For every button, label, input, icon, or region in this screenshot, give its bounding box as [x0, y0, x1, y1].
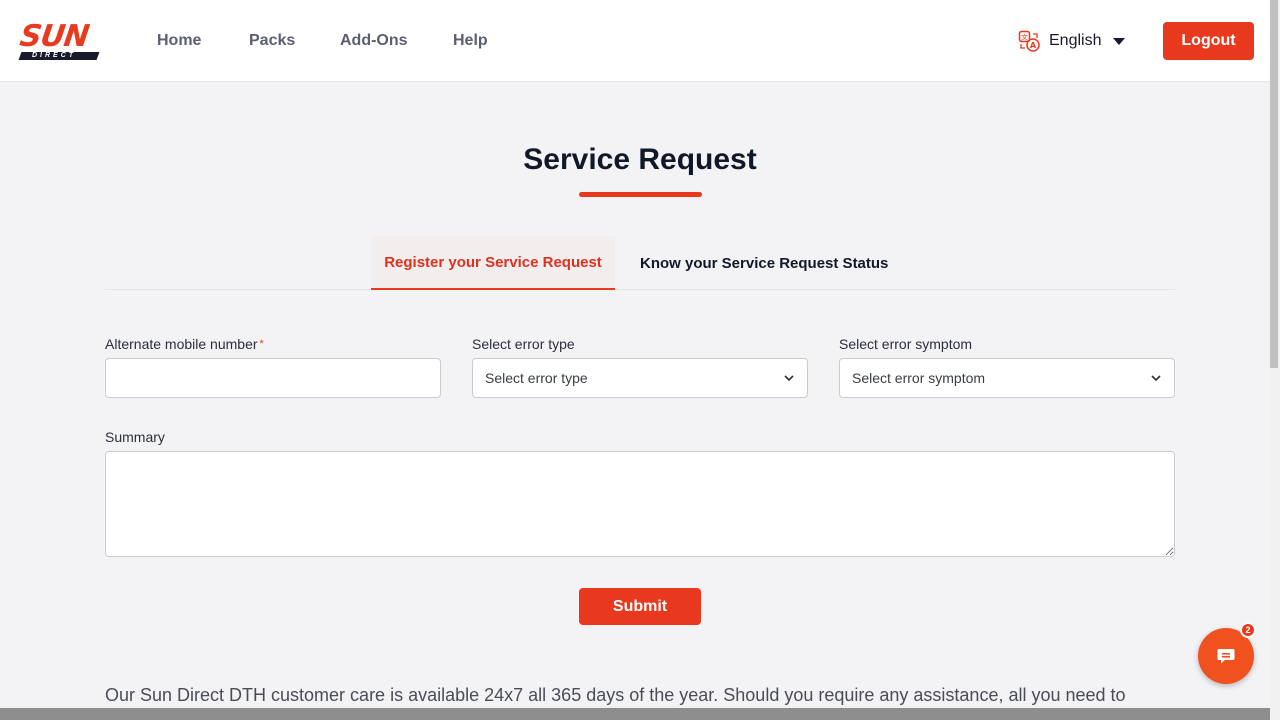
- mobile-number-label-text: Alternate mobile number: [105, 336, 258, 352]
- error-symptom-select[interactable]: Select error symptom: [839, 358, 1175, 398]
- error-type-label: Select error type: [472, 336, 575, 352]
- horizontal-scroll-thumb[interactable]: [0, 708, 1270, 720]
- summary-textarea[interactable]: [105, 451, 1175, 557]
- title-underline: [579, 192, 702, 197]
- alternate-mobile-input[interactable]: [105, 358, 441, 398]
- nav-item-packs[interactable]: Packs: [249, 31, 295, 51]
- logo-wordmark: SUN: [17, 19, 91, 54]
- logout-button[interactable]: Logout: [1163, 22, 1254, 60]
- nav-item-help[interactable]: Help: [453, 31, 488, 51]
- chevron-down-icon: [1151, 375, 1161, 382]
- svg-text:A: A: [1030, 41, 1037, 50]
- chat-badge: 2: [1240, 622, 1256, 638]
- error-type-select[interactable]: Select error type: [472, 358, 808, 398]
- error-type-selected: Select error type: [485, 370, 588, 386]
- translate-icon: 文 A: [1018, 30, 1040, 52]
- vertical-scrollbar[interactable]: [1270, 0, 1280, 720]
- sun-direct-logo[interactable]: SUN DIRECT: [17, 19, 110, 62]
- tab-service-request-status[interactable]: Know your Service Request Status: [640, 236, 888, 290]
- svg-text:文: 文: [1021, 33, 1028, 42]
- mobile-number-label: Alternate mobile number *: [105, 336, 264, 352]
- vertical-scroll-thumb[interactable]: [1270, 0, 1278, 368]
- tab-register-service-request[interactable]: Register your Service Request: [371, 236, 615, 290]
- horizontal-scrollbar[interactable]: [0, 705, 1270, 720]
- error-symptom-label: Select error symptom: [839, 336, 973, 352]
- language-selector[interactable]: 文 A English: [1018, 29, 1126, 53]
- submit-button[interactable]: Submit: [579, 588, 701, 625]
- logo-subtext: DIRECT: [32, 52, 77, 59]
- top-header: SUN DIRECT Home Packs Add-Ons Help 文 A E…: [0, 0, 1270, 82]
- page-title: Service Request: [523, 143, 757, 176]
- nav-item-add-ons[interactable]: Add-Ons: [340, 31, 408, 51]
- customer-care-text: Our Sun Direct DTH customer care is avai…: [105, 685, 1126, 705]
- caret-down-icon: [1113, 37, 1126, 45]
- language-label: English: [1049, 32, 1102, 49]
- nav-item-home[interactable]: Home: [157, 31, 201, 51]
- summary-label: Summary: [105, 429, 165, 445]
- chat-icon: [1217, 649, 1235, 664]
- error-symptom-selected: Select error symptom: [852, 370, 986, 386]
- required-mark: *: [259, 338, 264, 350]
- chevron-down-icon: [784, 375, 794, 382]
